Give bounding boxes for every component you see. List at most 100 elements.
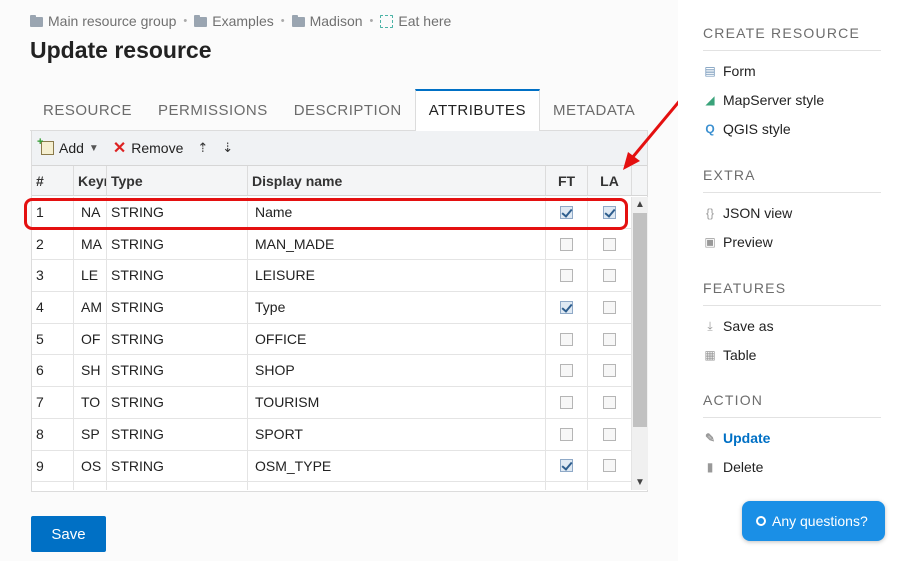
cell-keyname[interactable]: MA: [74, 228, 107, 260]
sidebar-item-mapserver-style[interactable]: ◢ MapServer style: [703, 91, 881, 109]
sidebar-item-qgis-style[interactable]: Q QGIS style: [703, 120, 881, 138]
la-checkbox[interactable]: [603, 364, 616, 378]
cell-display-name[interactable]: TOURISM: [248, 387, 546, 418]
la-checkbox[interactable]: [603, 459, 616, 473]
cell-la: [588, 323, 632, 355]
sidebar-item-update[interactable]: ✎ Update: [703, 429, 881, 447]
scroll-up-icon[interactable]: ▲: [632, 199, 648, 210]
ft-checkbox[interactable]: [560, 459, 573, 473]
column-header-keyname[interactable]: Keyname: [74, 166, 107, 195]
table-row[interactable]: 8 SP STRING SPORT: [32, 418, 632, 451]
column-header-type[interactable]: Type: [107, 166, 248, 195]
cell-display-name[interactable]: SPORT: [248, 418, 546, 450]
cell-keyname[interactable]: AM: [74, 292, 107, 323]
cell-type[interactable]: [107, 482, 248, 490]
cell-type[interactable]: STRING: [107, 228, 248, 260]
cell-type[interactable]: STRING: [107, 292, 248, 323]
cell-keyname[interactable]: LE: [74, 260, 107, 292]
sidebar-item-json-view[interactable]: {} JSON view: [703, 204, 881, 222]
la-checkbox[interactable]: [603, 395, 616, 409]
cell-keyname[interactable]: OS: [74, 450, 107, 482]
move-up-button[interactable]: ⇡: [197, 140, 208, 156]
cell-num[interactable]: [32, 482, 74, 490]
column-header-num[interactable]: #: [32, 166, 74, 195]
cell-type[interactable]: STRING: [107, 418, 248, 450]
sidebar-item-table[interactable]: ▦ Table: [703, 346, 881, 364]
breadcrumb-item-eat-here[interactable]: Eat here: [380, 13, 451, 29]
la-checkbox[interactable]: [603, 237, 616, 251]
scroll-down-icon[interactable]: ▼: [632, 477, 648, 488]
table-row[interactable]: 7 TO STRING TOURISM: [32, 387, 632, 419]
table-row[interactable]: 4 AM STRING Type: [32, 292, 632, 324]
ft-checkbox[interactable]: [560, 364, 573, 378]
ft-checkbox[interactable]: [560, 237, 573, 251]
cell-num[interactable]: 4: [32, 292, 74, 323]
table-row[interactable]: 5 OF STRING OFFICE: [32, 323, 632, 356]
cell-type[interactable]: STRING: [107, 355, 248, 387]
breadcrumb-item-madison[interactable]: Madison: [291, 13, 363, 29]
tab-metadata[interactable]: METADATA: [540, 89, 648, 131]
save-button[interactable]: Save: [31, 516, 106, 552]
cell-num[interactable]: 3: [32, 260, 74, 292]
cell-keyname[interactable]: SP: [74, 418, 107, 450]
add-button[interactable]: Add ▼: [37, 136, 99, 156]
cell-type[interactable]: STRING: [107, 450, 248, 482]
scrollbar-thumb[interactable]: [633, 213, 647, 427]
ft-checkbox[interactable]: [560, 269, 573, 283]
table-row[interactable]: [32, 482, 632, 490]
cell-display-name[interactable]: MAN_MADE: [248, 228, 546, 260]
tab-resource[interactable]: RESOURCE: [30, 89, 145, 131]
la-checkbox[interactable]: [603, 332, 616, 346]
la-checkbox[interactable]: [603, 269, 616, 283]
cell-type[interactable]: STRING: [107, 323, 248, 355]
cell-display-name[interactable]: Type: [248, 292, 546, 323]
la-checkbox[interactable]: [603, 427, 616, 441]
table-row[interactable]: 9 OS STRING OSM_TYPE: [32, 450, 632, 483]
table-row[interactable]: 6 SH STRING SHOP: [32, 355, 632, 388]
tab-attributes[interactable]: ATTRIBUTES: [414, 89, 540, 132]
sidebar-item-label: Save as: [723, 318, 774, 334]
column-header-display-name[interactable]: Display name: [248, 166, 546, 195]
cell-display-name[interactable]: LEISURE: [248, 260, 546, 292]
sidebar-item-form[interactable]: ▤ Form: [703, 62, 881, 80]
cell-display-name[interactable]: SHOP: [248, 355, 546, 387]
breadcrumb-item-examples[interactable]: Examples: [194, 13, 274, 29]
cell-keyname[interactable]: SH: [74, 355, 107, 387]
cell-type[interactable]: STRING: [107, 260, 248, 292]
cell-display-name[interactable]: OFFICE: [248, 323, 546, 355]
cell-num[interactable]: 2: [32, 228, 74, 260]
cell-keyname[interactable]: TO: [74, 387, 107, 418]
ft-checkbox[interactable]: [560, 427, 573, 441]
vertical-scrollbar[interactable]: ▲ ▼: [632, 197, 648, 490]
table-row[interactable]: 3 LE STRING LEISURE: [32, 260, 632, 293]
ft-checkbox[interactable]: [560, 395, 573, 409]
move-down-button[interactable]: ⇣: [222, 140, 233, 156]
cell-display-name[interactable]: OSM_TYPE: [248, 450, 546, 482]
cell-num[interactable]: 6: [32, 355, 74, 387]
ft-checkbox[interactable]: [560, 332, 573, 346]
sidebar-item-preview[interactable]: ▣ Preview: [703, 233, 881, 251]
cell-num[interactable]: 8: [32, 418, 74, 450]
cell-display-name[interactable]: [248, 482, 546, 490]
sidebar-item-delete[interactable]: ▮ Delete: [703, 458, 881, 476]
help-chat-button[interactable]: Any questions?: [742, 501, 885, 541]
column-header-la[interactable]: LA: [588, 166, 632, 195]
breadcrumb-item-main-resource-group[interactable]: Main resource group: [30, 13, 176, 29]
tab-permissions[interactable]: PERMISSIONS: [145, 89, 281, 131]
la-checkbox[interactable]: [603, 300, 616, 314]
tab-description[interactable]: DESCRIPTION: [281, 89, 415, 131]
cell-num[interactable]: 9: [32, 450, 74, 482]
cell-type[interactable]: STRING: [107, 387, 248, 418]
cell-keyname[interactable]: [74, 482, 107, 490]
preview-icon: ▣: [704, 235, 716, 249]
ft-checkbox[interactable]: [560, 300, 573, 314]
cell-num[interactable]: 5: [32, 323, 74, 355]
sidebar-item-label: Delete: [723, 459, 764, 475]
sidebar-item-save-as[interactable]: ⤓ Save as: [703, 317, 881, 335]
cell-keyname[interactable]: OF: [74, 323, 107, 355]
column-header-ft[interactable]: FT: [546, 166, 588, 195]
table-row[interactable]: 2 MA STRING MAN_MADE: [32, 228, 632, 261]
cell-ft: [546, 482, 588, 490]
remove-button[interactable]: ✕ Remove: [113, 138, 184, 158]
cell-num[interactable]: 7: [32, 387, 74, 418]
